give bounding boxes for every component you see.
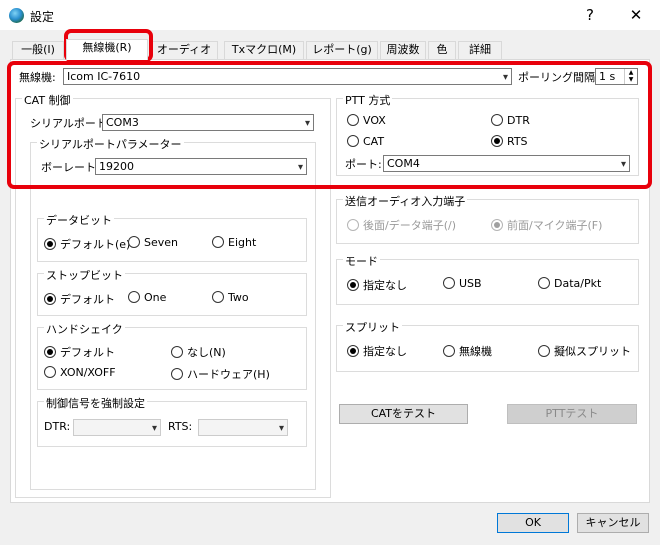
tx-audio-title: 送信オーディオ入力端子 xyxy=(343,193,468,209)
radio-icon xyxy=(171,346,183,358)
chevron-down-icon: ▾ xyxy=(151,423,157,434)
radio-icon xyxy=(128,236,140,248)
tab-audio[interactable]: オーディオ(u) xyxy=(150,41,218,72)
mode-usb-label: USB xyxy=(459,277,482,290)
chevron-down-icon: ▾ xyxy=(278,423,284,434)
rts-label: RTS: xyxy=(168,420,193,433)
tab-report[interactable]: レポート(g) xyxy=(306,41,378,59)
radio-icon xyxy=(171,368,183,380)
radio-selected-icon xyxy=(44,238,56,250)
tab-advanced[interactable]: 詳細 xyxy=(458,41,502,59)
test-cat-button[interactable]: CATをテスト xyxy=(339,404,468,424)
dtr-select[interactable]: ▾ xyxy=(73,419,161,436)
handshake-group: ハンドシェイク デフォルト なし(N) XON/XOFF ハードウェア(H) xyxy=(37,321,307,390)
mode-datapkt-radio[interactable]: Data/Pkt xyxy=(538,277,601,290)
split-fake-radio[interactable]: 擬似スプリット xyxy=(538,343,631,359)
split-title: スプリット xyxy=(343,319,402,335)
mode-group: モード 指定なし USB Data/Pkt xyxy=(336,253,639,305)
stopbits-two-label: Two xyxy=(228,291,249,304)
tab-tx-macro[interactable]: Txマクロ(M) xyxy=(224,41,304,59)
handshake-xonxoff-label: XON/XOFF xyxy=(60,366,116,379)
mode-none-radio[interactable]: 指定なし xyxy=(347,277,407,293)
split-fake-label: 擬似スプリット xyxy=(554,345,631,358)
tx-audio-front-label: 前面/マイク端子(F) xyxy=(507,219,603,232)
tx-audio-rear-label: 後面/データ端子(/) xyxy=(363,219,456,232)
serial-params-group: シリアルポートパラメーター ボーレート: 19200 ▾ データビット デフォル… xyxy=(30,136,316,490)
radio-icon xyxy=(212,236,224,248)
radio-selected-icon xyxy=(347,279,359,291)
handshake-none-label: なし(N) xyxy=(187,346,226,359)
split-none-radio[interactable]: 指定なし xyxy=(347,343,407,359)
help-button[interactable]: ? xyxy=(580,6,600,24)
handshake-default-radio[interactable]: デフォルト xyxy=(44,344,115,360)
mode-title: モード xyxy=(343,253,380,269)
databits-title: データビット xyxy=(44,212,114,228)
settings-highlight-box xyxy=(7,61,652,189)
databits-eight-radio[interactable]: Eight xyxy=(212,236,256,249)
app-globe-icon xyxy=(9,8,24,23)
tx-audio-group: 送信オーディオ入力端子 後面/データ端子(/) 前面/マイク端子(F) xyxy=(336,193,639,244)
stopbits-one-label: One xyxy=(144,291,167,304)
stopbits-two-radio[interactable]: Two xyxy=(212,291,249,304)
handshake-title: ハンドシェイク xyxy=(44,321,125,337)
radio-icon xyxy=(44,366,56,378)
stopbits-one-radio[interactable]: One xyxy=(128,291,166,304)
split-rig-label: 無線機 xyxy=(459,345,492,358)
split-rig-radio[interactable]: 無線機 xyxy=(443,343,492,359)
radio-icon xyxy=(212,291,224,303)
stopbits-group: ストップビット デフォルト One Two xyxy=(37,267,307,316)
radio-icon xyxy=(538,345,550,357)
title-bar: 設定 ? ✕ xyxy=(0,0,660,30)
tab-general[interactable]: 一般(I) xyxy=(12,41,64,59)
handshake-default-label: デフォルト xyxy=(60,346,115,359)
close-button[interactable]: ✕ xyxy=(626,6,646,24)
radio-selected-icon xyxy=(491,219,503,231)
tab-frequency[interactable]: 周波数 xyxy=(380,41,426,59)
databits-seven-label: Seven xyxy=(144,236,178,249)
handshake-none-radio[interactable]: なし(N) xyxy=(171,344,226,360)
databits-eight-label: Eight xyxy=(228,236,257,249)
databits-seven-radio[interactable]: Seven xyxy=(128,236,178,249)
radio-icon xyxy=(443,345,455,357)
mode-datapkt-label: Data/Pkt xyxy=(554,277,602,290)
databits-group: データビット デフォルト(e) Seven Eight xyxy=(37,212,307,262)
handshake-hardware-radio[interactable]: ハードウェア(H) xyxy=(171,366,270,382)
stopbits-title: ストップビット xyxy=(44,267,125,283)
radio-icon xyxy=(538,277,550,289)
ok-button[interactable]: OK xyxy=(497,513,569,533)
tab-color[interactable]: 色 xyxy=(428,41,456,59)
mode-none-label: 指定なし xyxy=(363,279,407,292)
rts-select[interactable]: ▾ xyxy=(198,419,288,436)
databits-default-radio[interactable]: デフォルト(e) xyxy=(44,236,130,252)
handshake-xonxoff-radio[interactable]: XON/XOFF xyxy=(44,366,116,379)
databits-default-label: デフォルト(e) xyxy=(60,238,131,251)
tx-audio-front-radio[interactable]: 前面/マイク端子(F) xyxy=(491,217,602,233)
handshake-hardware-label: ハードウェア(H) xyxy=(187,368,270,381)
tab-bar: 一般(I) 無線機(R) オーディオ(u) Txマクロ(M) レポート(g) 周… xyxy=(10,39,650,72)
test-ptt-button[interactable]: PTTテスト xyxy=(507,404,637,424)
radio-icon xyxy=(443,277,455,289)
radio-icon xyxy=(128,291,140,303)
window-title: 設定 xyxy=(30,10,55,24)
stopbits-default-radio[interactable]: デフォルト xyxy=(44,291,115,307)
cancel-button[interactable]: キャンセル xyxy=(577,513,649,533)
split-none-label: 指定なし xyxy=(363,345,407,358)
radio-icon xyxy=(347,219,359,231)
dtr-label: DTR: xyxy=(44,420,71,433)
radio-selected-icon xyxy=(347,345,359,357)
mode-usb-radio[interactable]: USB xyxy=(443,277,482,290)
force-signals-group: 制御信号を強制設定 DTR: ▾ RTS: ▾ xyxy=(37,395,307,447)
split-group: スプリット 指定なし 無線機 擬似スプリット xyxy=(336,319,639,372)
radio-selected-icon xyxy=(44,346,56,358)
stopbits-default-label: デフォルト xyxy=(60,293,115,306)
tab-radio[interactable]: 無線機(R) xyxy=(66,39,148,60)
tx-audio-rear-radio[interactable]: 後面/データ端子(/) xyxy=(347,217,456,233)
force-signals-title: 制御信号を強制設定 xyxy=(44,395,147,411)
radio-selected-icon xyxy=(44,293,56,305)
